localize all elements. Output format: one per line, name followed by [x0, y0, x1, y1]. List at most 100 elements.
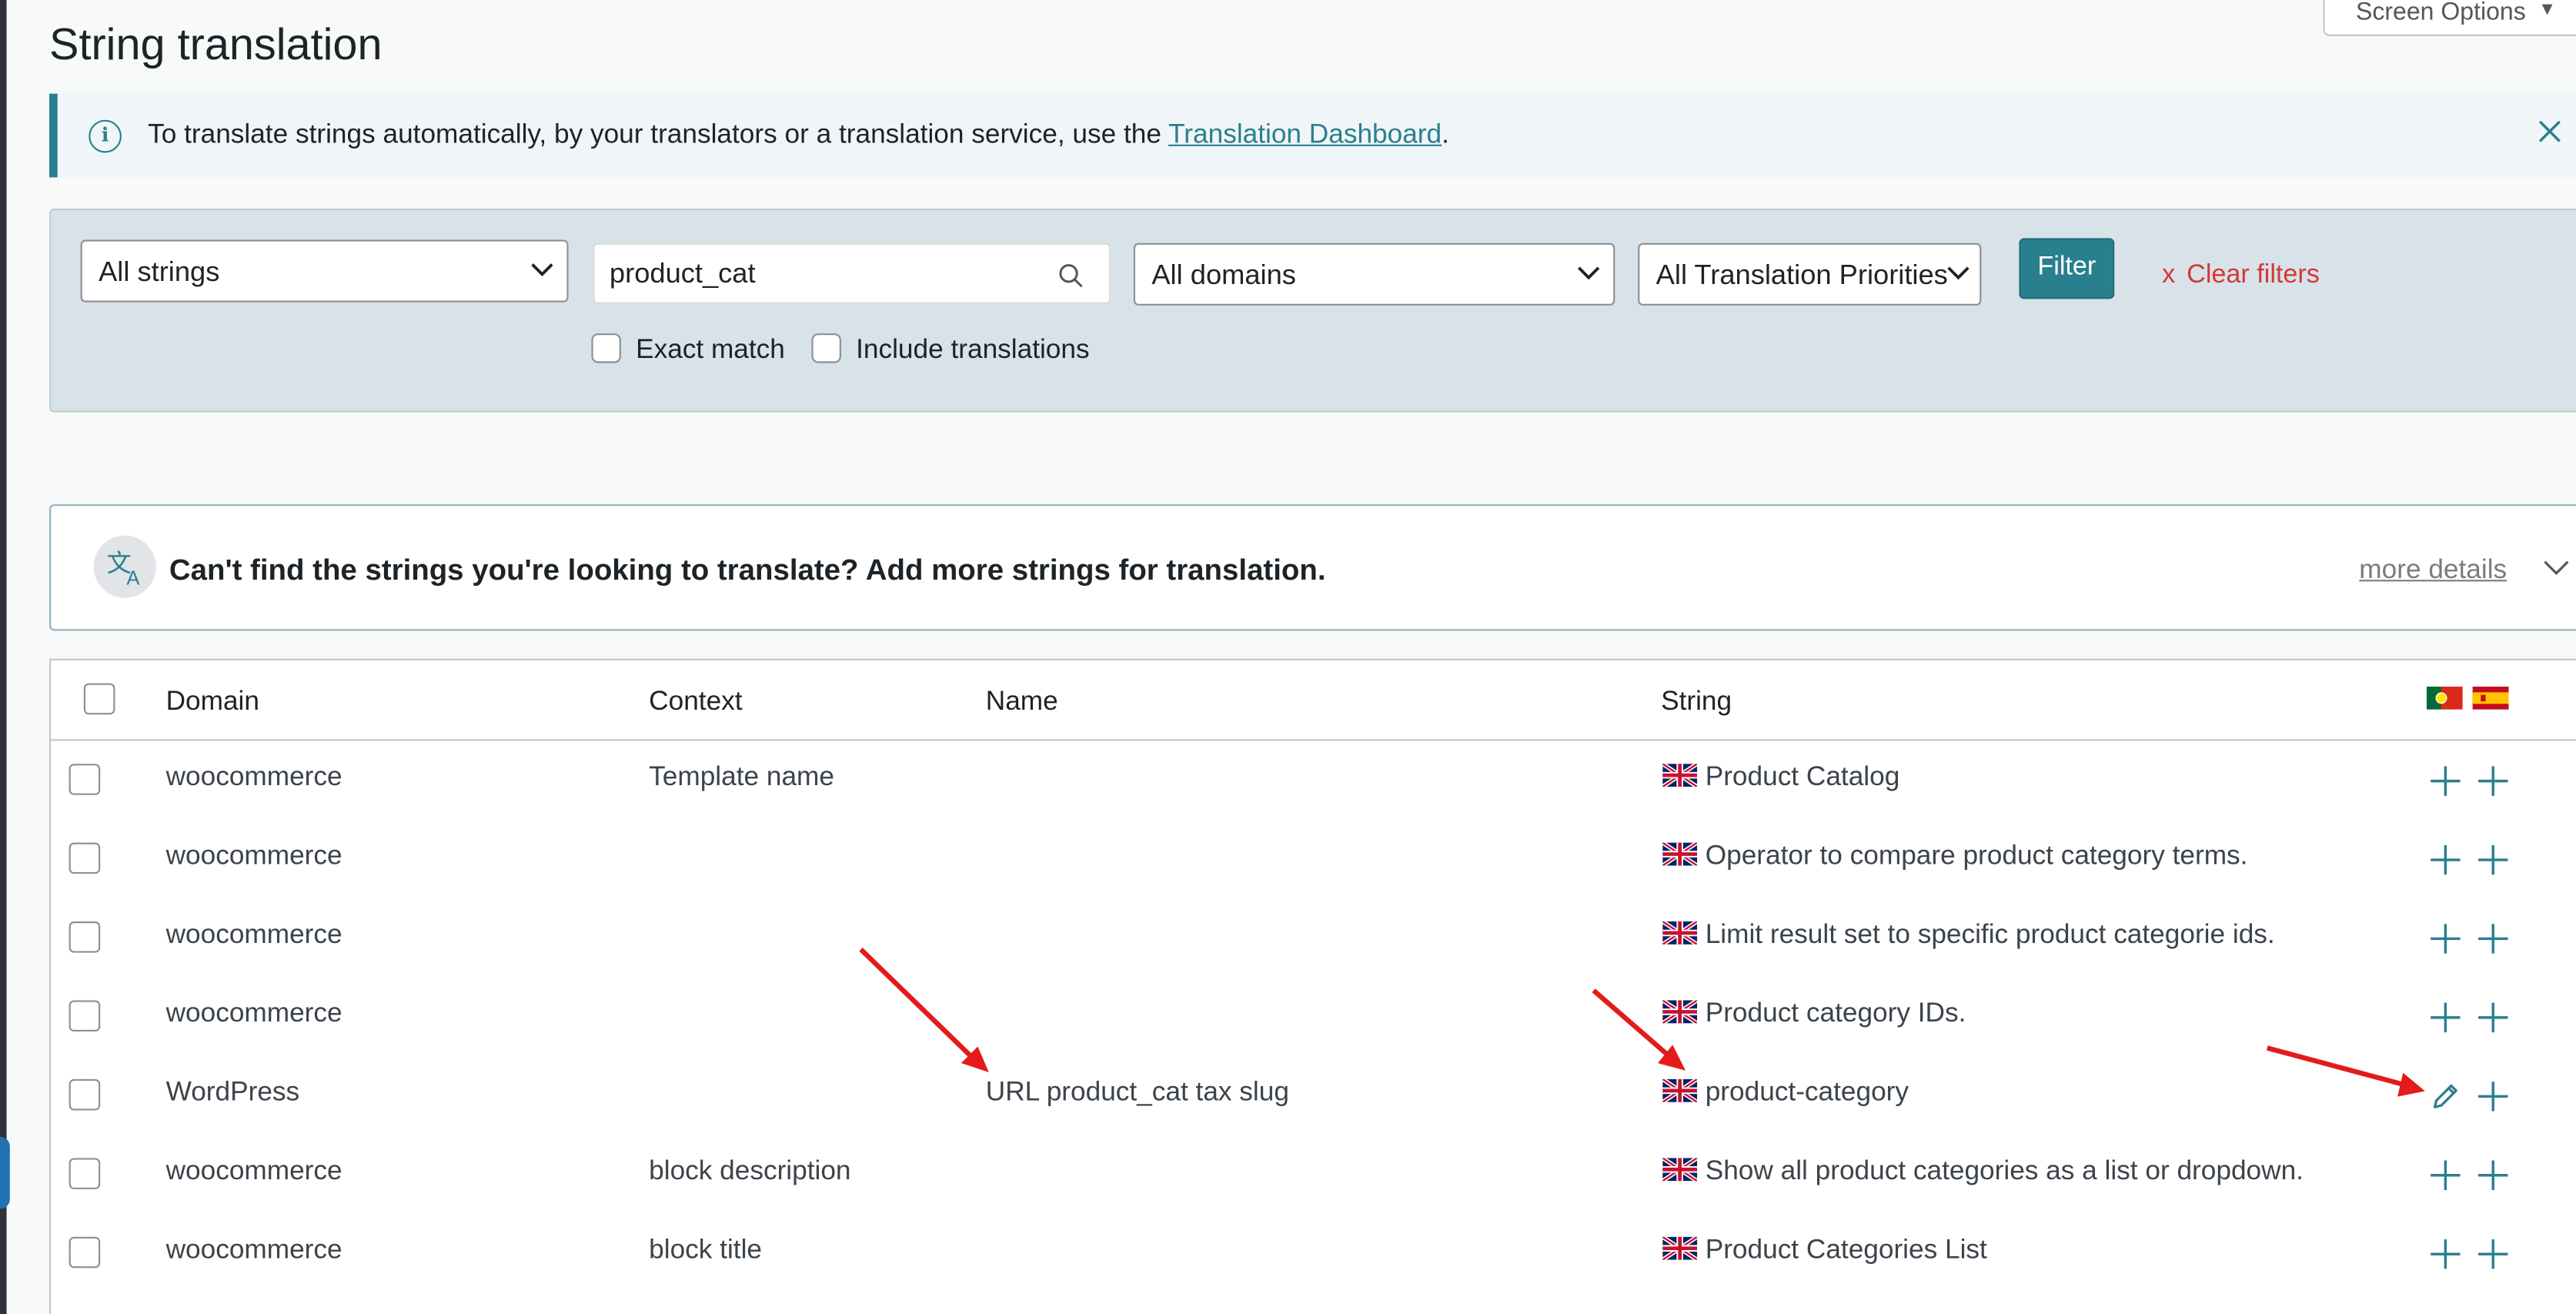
include-translations-option[interactable]: Include translations [811, 333, 1090, 366]
string-cell: Product Categories List [1661, 1235, 1987, 1267]
add-translation-portuguese-button[interactable] [2428, 921, 2463, 956]
add-translation-spanish-button[interactable] [2476, 1079, 2511, 1114]
string-cell: Product Catalog [1661, 761, 1900, 794]
column-header-context[interactable]: Context [649, 687, 742, 718]
row-checkbox[interactable] [68, 1078, 101, 1111]
string-cell: Show all product categories as a list or… [1661, 1156, 2304, 1188]
include-translations-label: Include translations [856, 335, 1090, 365]
string-cell: product-category [1661, 1077, 1909, 1109]
add-translation-portuguese-button[interactable] [2428, 1158, 2463, 1192]
chevron-down-icon[interactable] [2543, 560, 2569, 577]
uk-flag-icon [1661, 761, 1699, 789]
plus-icon [2428, 1000, 2463, 1035]
clear-filters-x: x [2162, 261, 2176, 289]
search-icon[interactable] [1058, 262, 1084, 289]
add-more-strings-panel: 文 A Can't find the strings you're lookin… [49, 504, 2576, 631]
plus-icon [2476, 921, 2511, 956]
row-checkbox[interactable] [68, 842, 101, 874]
string-text: Product Categories List [1705, 1235, 1987, 1266]
domain-cell: woocommerce [165, 762, 342, 792]
page-title: String translation [49, 19, 383, 69]
add-translation-portuguese-button[interactable] [2428, 1237, 2463, 1272]
search-input[interactable] [593, 242, 1111, 304]
plus-icon [2428, 843, 2463, 878]
table-row: woocommerce block title Product Categories… [51, 1214, 2576, 1292]
domain-cell: WordPress [165, 1077, 300, 1108]
add-more-headline: Can't find the strings you're looking to… [169, 553, 1326, 587]
strings-type-select[interactable]: All strings [80, 239, 569, 303]
clear-filters-label: Clear filters [2187, 261, 2320, 289]
add-translation-portuguese-button[interactable] [2428, 764, 2463, 798]
row-checkbox[interactable] [68, 1158, 101, 1189]
search-field[interactable] [609, 258, 1037, 291]
string-translation-page: String translation Screen Options ▼ i To… [0, 0, 2576, 1314]
column-header-name[interactable]: Name [986, 687, 1058, 718]
add-translation-spanish-button[interactable] [2476, 764, 2511, 798]
edit-translation-portuguese-button[interactable] [2428, 1079, 2463, 1114]
add-translation-spanish-button[interactable] [2476, 843, 2511, 878]
select-all-checkbox[interactable] [83, 683, 115, 715]
uk-flag-icon [1661, 919, 1699, 947]
chevron-down-icon [1947, 266, 1970, 280]
row-checkbox[interactable] [68, 1236, 101, 1269]
spain-flag-icon [2472, 686, 2509, 710]
filter-button[interactable]: Filter [2019, 238, 2115, 299]
domains-select[interactable]: All domains [1133, 242, 1615, 306]
add-translation-spanish-button[interactable] [2476, 1000, 2511, 1035]
sidebar-collapse-tab[interactable] [0, 1136, 10, 1209]
chevron-down-icon [531, 263, 553, 277]
domain-cell: woocommerce [165, 1156, 342, 1186]
row-checkbox[interactable] [68, 1000, 101, 1032]
row-checkbox[interactable] [68, 764, 101, 795]
context-cell: block description [649, 1156, 851, 1186]
table-row: woocommerce Template name Product Catalog [51, 741, 2576, 819]
table-row: woocommerce block description Show all pro… [51, 1135, 2576, 1213]
plus-icon [2476, 1000, 2511, 1035]
string-text: Product Catalog [1705, 762, 1900, 792]
translate-icon: 文 A [93, 535, 156, 598]
clear-filters-link[interactable]: x Clear filters [2162, 261, 2320, 290]
more-details-link[interactable]: more details [2359, 555, 2507, 587]
screen-options-button[interactable]: Screen Options ▼ [2323, 0, 2576, 36]
domain-cell: woocommerce [165, 841, 342, 871]
screen-options-label: Screen Options [2356, 0, 2526, 27]
table-row: woocommerce Operator to compare product c… [51, 820, 2576, 898]
domains-value: All domains [1151, 259, 1296, 291]
translation-dashboard-notice: i To translate strings automatically, by… [49, 93, 2576, 178]
column-header-string[interactable]: String [1661, 687, 1732, 718]
row-checkbox[interactable] [68, 921, 101, 953]
add-translation-spanish-button[interactable] [2476, 1237, 2511, 1272]
pencil-icon [2428, 1079, 2463, 1114]
chevron-down-icon [1577, 266, 1600, 280]
exact-match-label: Exact match [636, 335, 785, 365]
priorities-select[interactable]: All Translation Priorities [1638, 242, 1982, 306]
domain-cell: woocommerce [165, 1235, 342, 1266]
translation-dashboard-link[interactable]: Translation Dashboard [1168, 120, 1442, 149]
add-translation-spanish-button[interactable] [2476, 921, 2511, 956]
plus-icon [2476, 764, 2511, 798]
column-header-domain[interactable]: Domain [166, 687, 259, 718]
add-translation-portuguese-button[interactable] [2428, 1000, 2463, 1035]
uk-flag-icon [1661, 1077, 1699, 1105]
notice-text-after: . [1442, 119, 1449, 150]
string-text: Operator to compare product category ter… [1705, 841, 2248, 871]
plus-icon [2428, 921, 2463, 956]
string-cell: Limit result set to specific product cat… [1661, 919, 2275, 951]
uk-flag-icon [1661, 841, 1699, 868]
string-text: Show all product categories as a list or… [1705, 1156, 2304, 1186]
priorities-value: All Translation Priorities [1656, 259, 1948, 291]
plus-icon [2428, 1237, 2463, 1272]
add-translation-spanish-button[interactable] [2476, 1158, 2511, 1192]
string-cell: Product category IDs. [1661, 998, 1966, 1030]
add-translation-portuguese-button[interactable] [2428, 843, 2463, 878]
uk-flag-icon [1661, 1156, 1699, 1183]
plus-icon [2476, 1237, 2511, 1272]
exact-match-option[interactable]: Exact match [591, 333, 785, 366]
strings-table: Domain Context Name String woocommerce Te… [49, 658, 2576, 1314]
string-text: Product category IDs. [1705, 998, 1966, 1028]
close-icon[interactable] [2535, 116, 2564, 145]
string-text: product-category [1705, 1077, 1909, 1108]
exact-match-checkbox[interactable] [591, 333, 621, 363]
plus-icon [2428, 764, 2463, 798]
include-translations-checkbox[interactable] [811, 333, 841, 363]
